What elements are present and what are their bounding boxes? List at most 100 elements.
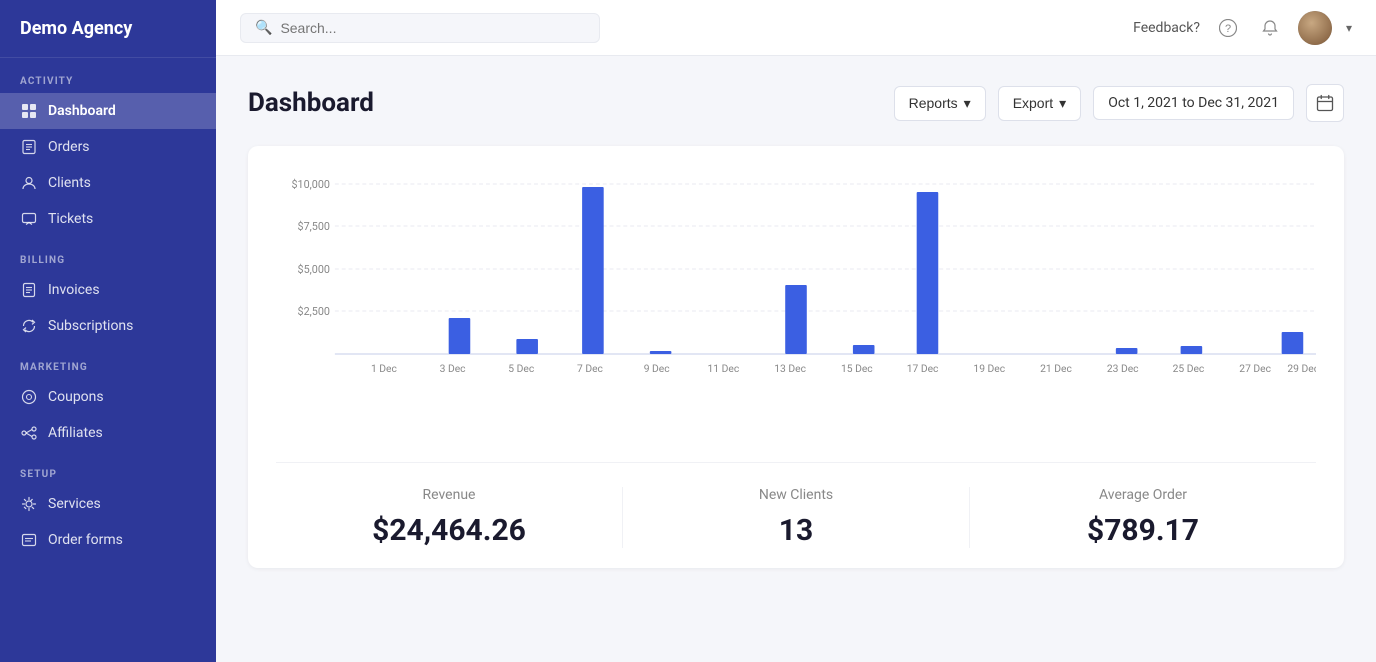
content-area: Dashboard Reports ▾ Export ▾ Oct 1, 2021… (216, 56, 1376, 662)
reports-button[interactable]: Reports ▾ (894, 86, 986, 121)
sidebar-item-tickets[interactable]: Tickets (0, 201, 216, 237)
sidebar-item-invoices[interactable]: Invoices (0, 272, 216, 308)
svg-text:23 Dec: 23 Dec (1107, 362, 1139, 375)
subscriptions-icon (20, 317, 38, 335)
chart-area: $10,000 $7,500 $5,000 $2,500 (276, 174, 1316, 434)
avatar[interactable] (1298, 11, 1332, 45)
average-order-label: Average Order (970, 487, 1316, 503)
export-button[interactable]: Export ▾ (998, 86, 1082, 121)
topbar: 🔍 Feedback? ? ▾ (216, 0, 1376, 56)
sidebar-item-order-forms[interactable]: Order forms (0, 522, 216, 558)
sidebar: Demo Agency ACTIVITY Dashboard Orders Clien… (0, 0, 216, 662)
page-title: Dashboard (248, 88, 882, 118)
sidebar-item-label-invoices: Invoices (48, 282, 100, 298)
invoices-icon (20, 281, 38, 299)
sidebar-item-services[interactable]: Services (0, 486, 216, 522)
bar-17dec (917, 192, 939, 354)
bar-13dec (785, 285, 807, 354)
average-order-value: $789.17 (970, 513, 1316, 548)
revenue-stat: Revenue $24,464.26 (276, 487, 622, 548)
date-range-text: Oct 1, 2021 to Dec 31, 2021 (1108, 95, 1279, 111)
svg-text:15 Dec: 15 Dec (841, 362, 873, 375)
sidebar-item-label-services: Services (48, 496, 101, 512)
new-clients-value: 13 (623, 513, 969, 548)
average-order-stat: Average Order $789.17 (969, 487, 1316, 548)
bar-7dec (582, 187, 604, 354)
bar-9dec (650, 351, 672, 354)
svg-text:$10,000: $10,000 (292, 178, 330, 191)
svg-text:$5,000: $5,000 (298, 263, 330, 276)
sidebar-section-billing: BILLING (0, 237, 216, 272)
new-clients-stat: New Clients 13 (622, 487, 969, 548)
bar-25dec (1181, 346, 1203, 354)
svg-text:25 Dec: 25 Dec (1173, 362, 1205, 375)
sidebar-item-affiliates[interactable]: Affiliates (0, 415, 216, 451)
user-chevron-icon[interactable]: ▾ (1346, 21, 1352, 35)
affiliates-icon (20, 424, 38, 442)
svg-text:?: ? (1225, 23, 1231, 35)
feedback-label: Feedback? (1133, 20, 1200, 36)
bar-23dec (1116, 348, 1138, 354)
bar-5dec (516, 339, 538, 354)
tickets-icon (20, 210, 38, 228)
search-icon: 🔍 (255, 20, 272, 36)
sidebar-item-subscriptions[interactable]: Subscriptions (0, 308, 216, 344)
revenue-label: Revenue (276, 487, 622, 503)
revenue-value: $24,464.26 (276, 513, 622, 548)
topbar-right: Feedback? ? ▾ (1133, 11, 1352, 45)
svg-text:27 Dec: 27 Dec (1239, 362, 1271, 375)
sidebar-item-clients[interactable]: Clients (0, 165, 216, 201)
svg-text:11 Dec: 11 Dec (708, 362, 740, 375)
svg-text:17 Dec: 17 Dec (907, 362, 939, 375)
date-range-picker[interactable]: Oct 1, 2021 to Dec 31, 2021 (1093, 86, 1294, 120)
svg-text:9 Dec: 9 Dec (644, 362, 670, 375)
bar-chart: $10,000 $7,500 $5,000 $2,500 (276, 174, 1316, 394)
svg-text:7 Dec: 7 Dec (577, 362, 603, 375)
dashboard-header: Dashboard Reports ▾ Export ▾ Oct 1, 2021… (248, 84, 1344, 122)
brand-logo: Demo Agency (0, 0, 216, 58)
orders-icon (20, 138, 38, 156)
svg-text:13 Dec: 13 Dec (774, 362, 806, 375)
sidebar-item-label-affiliates: Affiliates (48, 425, 103, 441)
calendar-icon[interactable] (1306, 84, 1344, 122)
sidebar-section-marketing: MARKETING (0, 344, 216, 379)
coupons-icon (20, 388, 38, 406)
sidebar-section-activity: ACTIVITY (0, 58, 216, 93)
sidebar-section-setup: SETUP (0, 451, 216, 486)
sidebar-item-label-subscriptions: Subscriptions (48, 318, 133, 334)
clients-icon (20, 174, 38, 192)
bar-15dec (853, 345, 875, 354)
sidebar-item-label-orders: Orders (48, 139, 90, 155)
svg-text:1 Dec: 1 Dec (371, 362, 397, 375)
new-clients-label: New Clients (623, 487, 969, 503)
svg-text:$2,500: $2,500 (298, 305, 330, 318)
search-input[interactable] (280, 20, 585, 36)
svg-text:21 Dec: 21 Dec (1040, 362, 1072, 375)
dashboard-icon (20, 102, 38, 120)
reports-chevron-icon: ▾ (964, 95, 971, 112)
services-icon (20, 495, 38, 513)
help-icon[interactable]: ? (1214, 14, 1242, 42)
svg-text:19 Dec: 19 Dec (973, 362, 1005, 375)
sidebar-item-coupons[interactable]: Coupons (0, 379, 216, 415)
sidebar-item-label-order-forms: Order forms (48, 532, 123, 548)
sidebar-item-dashboard[interactable]: Dashboard (0, 93, 216, 129)
svg-text:29 Dec: 29 Dec (1287, 362, 1316, 375)
svg-text:$7,500: $7,500 (298, 220, 330, 233)
bar-29dec (1282, 332, 1304, 354)
search-wrap[interactable]: 🔍 (240, 13, 600, 43)
order-forms-icon (20, 531, 38, 549)
sidebar-item-orders[interactable]: Orders (0, 129, 216, 165)
svg-text:3 Dec: 3 Dec (440, 362, 466, 375)
sidebar-item-label-coupons: Coupons (48, 389, 104, 405)
export-chevron-icon: ▾ (1059, 95, 1066, 112)
sidebar-item-label-clients: Clients (48, 175, 91, 191)
chart-card: $10,000 $7,500 $5,000 $2,500 (248, 146, 1344, 568)
sidebar-item-label-dashboard: Dashboard (48, 103, 116, 119)
main-content: 🔍 Feedback? ? ▾ (216, 0, 1376, 662)
bar-3dec (449, 318, 471, 354)
sidebar-item-label-tickets: Tickets (48, 211, 93, 227)
stats-row: Revenue $24,464.26 New Clients 13 Averag… (276, 462, 1316, 548)
svg-text:5 Dec: 5 Dec (508, 362, 534, 375)
bell-icon[interactable] (1256, 14, 1284, 42)
